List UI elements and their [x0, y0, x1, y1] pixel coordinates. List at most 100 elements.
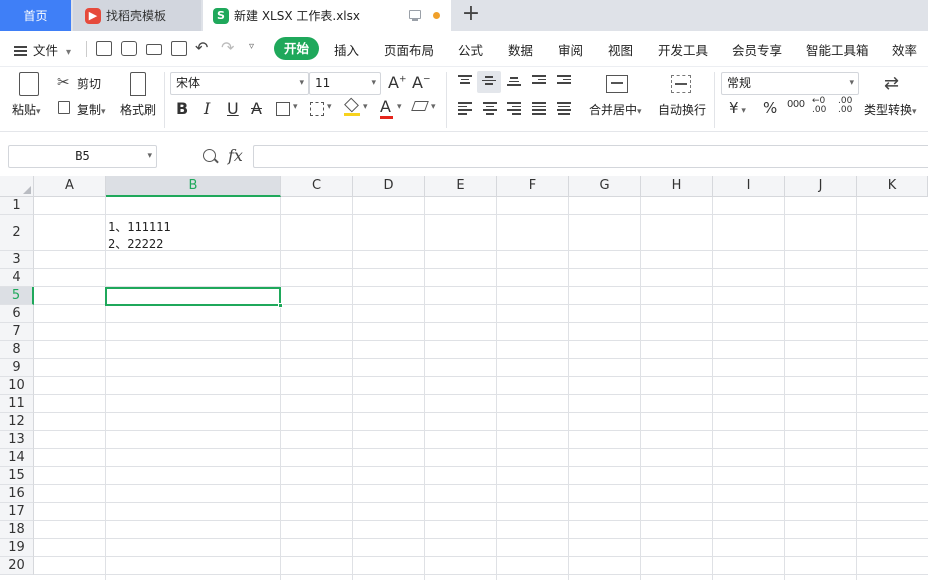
- distributed-icon[interactable]: [557, 102, 571, 115]
- row-header-11[interactable]: 11: [0, 395, 34, 413]
- font-size-select[interactable]: 11 ▾: [309, 72, 381, 95]
- tab-template[interactable]: ▶ 找稻壳模板: [73, 0, 201, 31]
- menu-developer[interactable]: 开发工具: [658, 40, 708, 59]
- insert-function-button[interactable]: fx: [228, 146, 243, 165]
- merge-center-icon[interactable]: [606, 75, 628, 93]
- column-header-A[interactable]: A: [34, 176, 106, 197]
- align-bottom-icon[interactable]: [507, 77, 521, 89]
- menu-efficiency[interactable]: 效率: [892, 40, 917, 59]
- percent-button[interactable]: %: [763, 99, 777, 117]
- menu-smart-toolbox[interactable]: 智能工具箱: [806, 40, 869, 59]
- align-top-icon[interactable]: [458, 75, 472, 87]
- redo-icon[interactable]: ↷: [221, 38, 234, 57]
- paste-button[interactable]: 粘贴▾: [12, 101, 41, 118]
- new-tab-button[interactable]: +: [460, 3, 482, 26]
- column-header-K[interactable]: K: [857, 176, 928, 197]
- chevron-down-icon[interactable]: ▾: [327, 102, 332, 112]
- wrap-text-button[interactable]: 自动换行: [658, 101, 706, 118]
- chevron-down-icon[interactable]: ▾: [397, 102, 402, 112]
- currency-button[interactable]: ¥ ▾: [729, 99, 746, 117]
- italic-button[interactable]: I: [204, 99, 210, 118]
- row-header-13[interactable]: 13: [0, 431, 34, 449]
- justify-icon[interactable]: [532, 102, 546, 115]
- row-header-10[interactable]: 10: [0, 377, 34, 395]
- formula-input[interactable]: [253, 145, 928, 168]
- cell-B2[interactable]: 1、111111 2、22222: [106, 218, 280, 254]
- align-left-icon[interactable]: [458, 102, 472, 115]
- menu-insert[interactable]: 插入: [334, 40, 359, 59]
- undo-icon[interactable]: ↶: [195, 38, 208, 57]
- select-all-corner[interactable]: [0, 176, 34, 197]
- row-header-15[interactable]: 15: [0, 467, 34, 485]
- zoom-icon[interactable]: [203, 149, 216, 162]
- menu-review[interactable]: 审阅: [558, 40, 583, 59]
- chevron-down-icon[interactable]: ▾: [293, 102, 298, 112]
- wrap-text-icon[interactable]: [671, 75, 691, 93]
- row-header-12[interactable]: 12: [0, 413, 34, 431]
- row-header-4[interactable]: 4: [0, 269, 34, 287]
- grow-font-button[interactable]: A+: [388, 73, 407, 92]
- copy-button[interactable]: 复制▾: [77, 101, 106, 118]
- number-format-select[interactable]: 常规 ▾: [721, 72, 859, 95]
- row-header-17[interactable]: 17: [0, 503, 34, 521]
- export-pdf-icon[interactable]: [121, 41, 137, 56]
- quick-access-more-icon[interactable]: ▿: [249, 41, 254, 52]
- name-box[interactable]: B5 ▾: [8, 145, 157, 168]
- row-header-1[interactable]: 1: [0, 197, 34, 215]
- column-header-C[interactable]: C: [281, 176, 353, 197]
- row-header-3[interactable]: 3: [0, 251, 34, 269]
- format-painter-button[interactable]: 格式刷: [120, 101, 156, 118]
- eraser-icon[interactable]: [411, 101, 429, 111]
- bold-button[interactable]: B: [176, 99, 188, 118]
- thousands-separator-button[interactable]: 000: [787, 99, 805, 110]
- align-middle-button[interactable]: [477, 71, 501, 93]
- row-header-14[interactable]: 14: [0, 449, 34, 467]
- column-header-E[interactable]: E: [425, 176, 497, 197]
- column-header-G[interactable]: G: [569, 176, 641, 197]
- column-header-B[interactable]: B: [106, 176, 281, 197]
- convert-type-button[interactable]: 类型转换▾: [864, 101, 917, 118]
- row-header-7[interactable]: 7: [0, 323, 34, 341]
- print-icon[interactable]: [146, 44, 162, 55]
- borders-icon[interactable]: [276, 102, 290, 116]
- format-painter-icon[interactable]: [130, 72, 146, 96]
- row-header-8[interactable]: 8: [0, 341, 34, 359]
- increase-decimal-button[interactable]: ←0.00: [812, 97, 826, 115]
- row-header-16[interactable]: 16: [0, 485, 34, 503]
- column-header-H[interactable]: H: [641, 176, 713, 197]
- row-header-6[interactable]: 6: [0, 305, 34, 323]
- row-header-9[interactable]: 9: [0, 359, 34, 377]
- menu-member[interactable]: 会员专享: [732, 40, 782, 59]
- strikethrough-button[interactable]: A: [251, 99, 262, 118]
- menu-home[interactable]: 开始: [274, 37, 319, 60]
- font-name-select[interactable]: 宋体 ▾: [170, 72, 309, 95]
- row-header-20[interactable]: 20: [0, 557, 34, 575]
- column-header-J[interactable]: J: [785, 176, 857, 197]
- align-center-icon[interactable]: [483, 102, 497, 115]
- tab-home[interactable]: 首页: [0, 0, 71, 31]
- paste-icon[interactable]: [19, 72, 39, 96]
- chevron-down-icon[interactable]: ▾: [363, 102, 368, 112]
- shrink-font-button[interactable]: A−: [412, 73, 431, 92]
- underline-button[interactable]: U: [227, 99, 239, 118]
- column-header-D[interactable]: D: [353, 176, 425, 197]
- convert-type-icon[interactable]: ⇄: [884, 73, 899, 94]
- column-header-I[interactable]: I: [713, 176, 785, 197]
- font-color-button[interactable]: A: [380, 97, 393, 119]
- monitor-icon[interactable]: [409, 10, 421, 21]
- cell-style-icon[interactable]: [310, 102, 324, 116]
- row-header-5[interactable]: 5: [0, 287, 34, 305]
- fill-handle[interactable]: [278, 303, 283, 308]
- cut-button[interactable]: 剪切: [77, 75, 101, 92]
- menu-file[interactable]: 文件 ▾: [14, 40, 71, 59]
- menu-page-layout[interactable]: 页面布局: [384, 40, 434, 59]
- merge-center-button[interactable]: 合并居中▾: [589, 101, 642, 118]
- fill-color-icon[interactable]: [344, 97, 360, 116]
- chevron-down-icon[interactable]: ▾: [431, 102, 436, 112]
- decrease-decimal-button[interactable]: .00.00: [838, 97, 852, 115]
- column-header-F[interactable]: F: [497, 176, 569, 197]
- menu-data[interactable]: 数据: [508, 40, 533, 59]
- row-header-19[interactable]: 19: [0, 539, 34, 557]
- menu-view[interactable]: 视图: [608, 40, 633, 59]
- spreadsheet-grid[interactable]: A B C D E F G H I J K 1 2 3 4 5 6 7 8 9 …: [0, 176, 928, 580]
